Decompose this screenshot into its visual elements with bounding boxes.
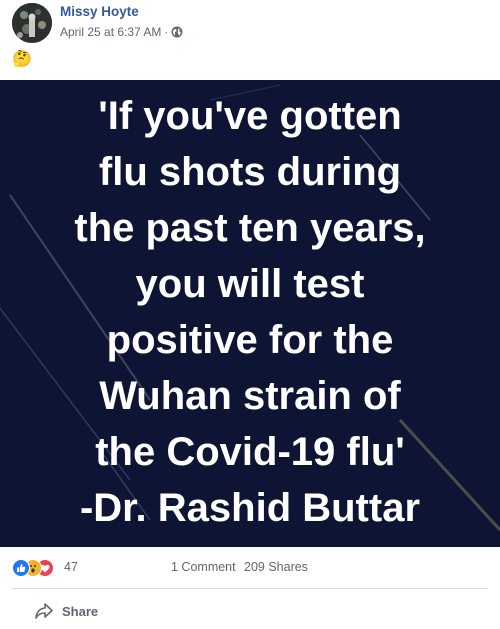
share-arrow-icon xyxy=(34,602,54,620)
meta-separator: · xyxy=(164,25,169,39)
reaction-icons[interactable] xyxy=(12,559,64,577)
share-count[interactable]: 209 Shares xyxy=(244,560,308,574)
post-header: Missy Hoyte April 25 at 6:37 AM · xyxy=(0,0,500,48)
post-timestamp[interactable]: April 25 at 6:37 AM xyxy=(60,25,161,39)
quote-line: you will test xyxy=(135,262,365,306)
reaction-count[interactable]: 47 xyxy=(64,560,78,574)
quote-line: -Dr. Rashid Buttar xyxy=(79,486,421,530)
quote-line: the past ten years, xyxy=(74,206,426,250)
quote-line: 'If you've gotten xyxy=(98,94,402,138)
action-divider xyxy=(12,588,488,589)
author-name[interactable]: Missy Hoyte xyxy=(60,4,139,19)
globe-icon[interactable] xyxy=(171,26,183,38)
thinking-face-emoji: 🤔 xyxy=(12,51,32,68)
quote-line: positive for the xyxy=(106,318,394,362)
like-icon xyxy=(12,559,30,577)
post-meta: April 25 at 6:37 AM · xyxy=(60,25,183,39)
image-quote-text: 'If you've gotten flu shots during the p… xyxy=(0,88,500,536)
reactions-bar: 47 1 Comment 209 Shares xyxy=(0,556,500,578)
post-text: 🤔 xyxy=(12,50,32,70)
quote-line: flu shots during xyxy=(98,150,402,194)
quote-line: the Covid-19 flu' xyxy=(95,430,405,474)
comment-count[interactable]: 1 Comment xyxy=(171,560,236,574)
author-avatar[interactable] xyxy=(12,3,52,43)
share-label: Share xyxy=(62,603,99,619)
share-button[interactable]: Share xyxy=(34,596,98,626)
facebook-post: Missy Hoyte April 25 at 6:37 AM · 🤔 'If … xyxy=(0,0,500,629)
quote-line: Wuhan strain of xyxy=(99,374,401,418)
post-image[interactable]: 'If you've gotten flu shots during the p… xyxy=(0,80,500,547)
